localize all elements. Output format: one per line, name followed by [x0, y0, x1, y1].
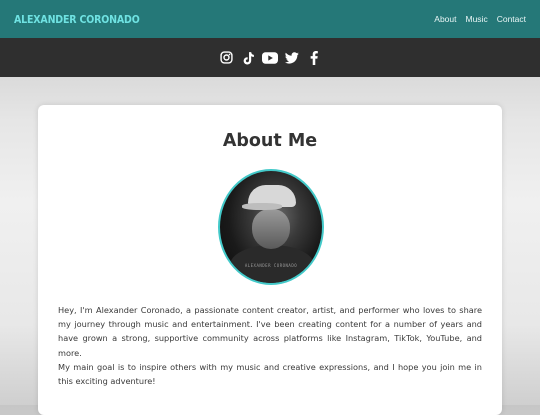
profile-avatar: ALEXANDER CORONADO: [218, 169, 324, 285]
instagram-icon[interactable]: [218, 50, 234, 66]
tiktok-icon[interactable]: [240, 50, 256, 66]
top-navbar: ALEXANDER CORONADO About Music Contact: [0, 0, 540, 38]
twitter-icon[interactable]: [284, 50, 300, 66]
bio-paragraph: My main goal is to inspire others with m…: [58, 361, 482, 387]
about-card: About Me ALEXANDER CORONADO Hey, I'm Ale…: [38, 105, 502, 415]
nav-link-contact[interactable]: Contact: [497, 14, 526, 24]
nav-link-about[interactable]: About: [434, 14, 456, 24]
about-bio: Hey, I'm Alexander Coronado, a passionat…: [58, 303, 482, 388]
nav-link-music[interactable]: Music: [466, 14, 488, 24]
main-nav: About Music Contact: [434, 14, 526, 24]
youtube-icon[interactable]: [262, 50, 278, 66]
facebook-icon[interactable]: [306, 50, 322, 66]
site-brand[interactable]: ALEXANDER CORONADO: [14, 13, 140, 26]
about-title: About Me: [222, 131, 318, 151]
avatar-signature: ALEXANDER CORONADO: [244, 263, 298, 268]
bio-paragraph: Hey, I'm Alexander Coronado, a passionat…: [58, 305, 482, 358]
social-links-bar: [0, 38, 540, 77]
